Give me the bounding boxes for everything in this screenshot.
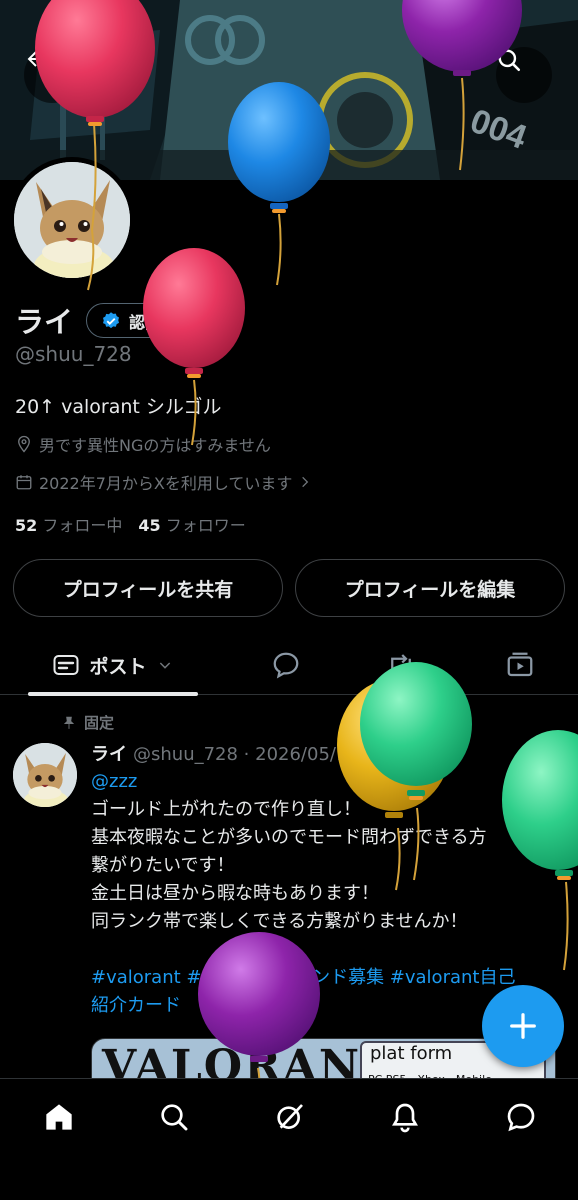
tab-reposts[interactable] [375, 635, 427, 695]
nav-notifications[interactable] [381, 1097, 429, 1137]
profile-handle: @shuu_728 [15, 342, 132, 366]
location-text: 男です異性NGの方はすみません [39, 436, 271, 455]
profile-bio: 20↑ valorant シルゴル [15, 396, 222, 418]
tab-posts[interactable]: ポスト [28, 635, 198, 696]
post-line: ゴールド上がれたので作り直し！ [91, 799, 361, 820]
pinned-indicator: 固定 [62, 712, 114, 733]
media-play-icon [507, 652, 533, 677]
following-count: 52 [15, 516, 38, 535]
card-platform-title: plat form [370, 1043, 453, 1064]
pinned-label: 固定 [84, 714, 115, 732]
tab-replies[interactable] [260, 635, 312, 695]
nav-messages[interactable] [497, 1097, 545, 1137]
profile-name: ライ [15, 305, 74, 339]
follow-stats: 52 フォロー中 45 フォロワー [15, 512, 246, 536]
x-logo-icon [538, 747, 552, 761]
back-button[interactable] [24, 47, 80, 103]
location-pin-icon [18, 435, 30, 453]
profile-location: 男です異性NGの方はすみません [15, 432, 271, 456]
bell-icon [392, 1103, 418, 1133]
compose-button[interactable] [482, 985, 564, 1067]
nav-grok[interactable] [266, 1097, 314, 1137]
get-verified-button[interactable]: 認証を受ける [86, 303, 244, 338]
post-spacer [91, 936, 561, 964]
profile-banner: 004 [0, 0, 578, 180]
tab-media[interactable] [494, 635, 546, 695]
home-icon [46, 1104, 72, 1130]
post-author-avatar[interactable] [13, 743, 77, 807]
more-options-button[interactable] [537, 746, 553, 766]
eevee-plush-image [13, 743, 77, 807]
profile-tabs: ポスト [0, 635, 578, 696]
profile-joined[interactable]: 2022年7月からXを利用しています [15, 470, 312, 494]
tab-posts-label: ポスト [89, 655, 147, 678]
followers-link[interactable]: 45 フォロワー [138, 512, 245, 536]
nav-home[interactable] [35, 1097, 83, 1137]
chevron-down-icon [159, 662, 170, 669]
reply-bubble-icon [273, 652, 299, 679]
post-line: 基本夜暇なことが多いのでモード問わずできる方 [91, 827, 487, 848]
search-icon [498, 49, 521, 72]
profile-avatar[interactable] [14, 162, 130, 278]
banner-image: 004 [0, 0, 578, 180]
verified-badge-icon [103, 311, 119, 328]
arrow-left-icon [27, 51, 44, 67]
nav-search[interactable] [150, 1097, 198, 1137]
followers-count: 45 [138, 516, 161, 535]
get-verified-label: 認証を受ける [129, 312, 226, 332]
post-line: 金土日は昼から暇な時もあります！ [91, 883, 379, 904]
eevee-plush-image [14, 162, 130, 278]
post-author-meta: @shuu_728 · 2026/05/1 [133, 744, 348, 765]
calendar-icon [16, 475, 32, 490]
post-hashtags[interactable]: #valorant #valorantフレンド募集 #valorant自己 [91, 964, 561, 992]
bottom-navigation [0, 1078, 578, 1200]
following-label: フォロー中 [42, 516, 123, 535]
repost-icon [391, 654, 411, 676]
joined-text: 2022年7月からXを利用しています [39, 474, 293, 493]
post-line: 同ランク帯で楽しくできる方繋がりませんか！ [91, 911, 468, 932]
plus-icon [510, 1013, 536, 1039]
share-profile-button[interactable]: プロフィールを共有 [13, 559, 283, 617]
post-author-name[interactable]: ライ [91, 744, 127, 765]
post-line: 繋がりたいです！ [91, 855, 235, 876]
post-header: ライ @shuu_728 · 2026/05/1 [91, 740, 531, 766]
search-icon [161, 1104, 188, 1131]
message-icon [507, 1103, 535, 1132]
posts-icon [53, 655, 79, 675]
post-mention[interactable]: @zzz [91, 768, 561, 796]
pin-icon [63, 716, 75, 729]
search-button[interactable] [496, 47, 552, 103]
chevron-right-icon [302, 476, 309, 488]
post-text: @zzz ゴールド上がれたので作り直し！ 基本夜暇なことが多いのでモード問わずで… [91, 768, 561, 1020]
following-link[interactable]: 52 フォロー中 [15, 512, 122, 536]
followers-label: フォロワー [165, 516, 246, 535]
edit-profile-button[interactable]: プロフィールを編集 [295, 559, 565, 617]
grok-icon [277, 1104, 303, 1129]
